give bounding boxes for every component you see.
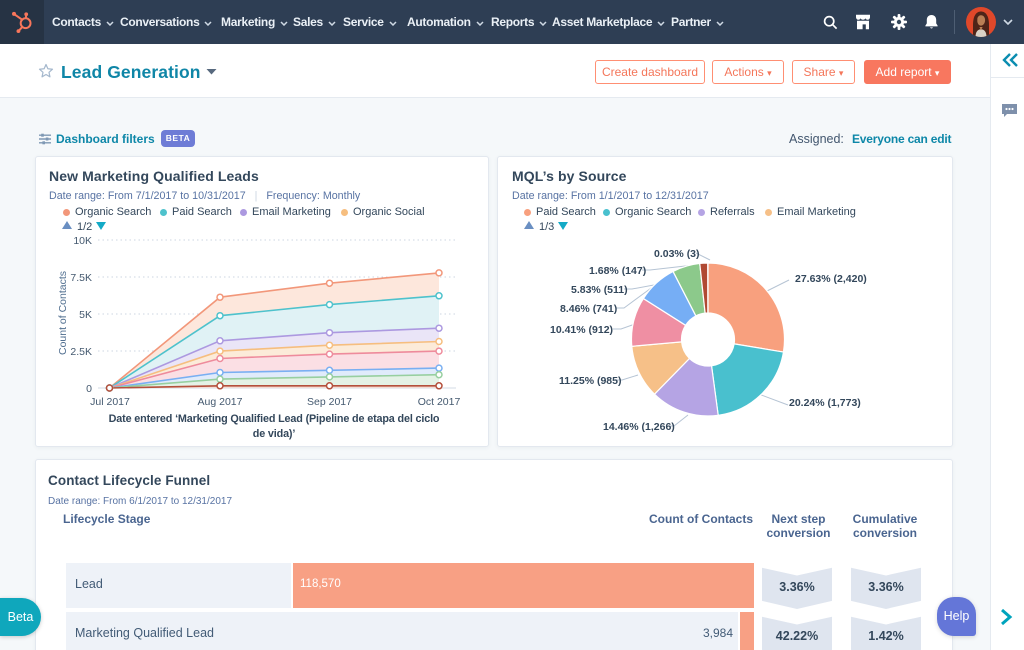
svg-text:20.24% (1,773): 20.24% (1,773) <box>789 397 861 409</box>
svg-text:14.46% (1,266): 14.46% (1,266) <box>603 421 675 433</box>
svg-text:de vida)’: de vida)’ <box>253 428 296 440</box>
svg-text:0: 0 <box>86 383 92 395</box>
svg-text:Sep 2017: Sep 2017 <box>307 396 352 408</box>
svg-text:Aug 2017: Aug 2017 <box>198 396 243 408</box>
svg-text:Jul 2017: Jul 2017 <box>90 396 130 408</box>
svg-text:8.46% (741): 8.46% (741) <box>560 303 617 315</box>
svg-text:1.68% (147): 1.68% (147) <box>589 265 646 277</box>
svg-text:Date entered ‘Marketing Qualif: Date entered ‘Marketing Qualified Lead (… <box>109 413 440 425</box>
svg-text:0.03% (3): 0.03% (3) <box>654 248 700 260</box>
svg-text:10K: 10K <box>73 235 92 247</box>
svg-text:5K: 5K <box>79 309 92 321</box>
svg-text:5.83% (511): 5.83% (511) <box>571 284 628 296</box>
svg-text:Oct 2017: Oct 2017 <box>418 396 461 408</box>
svg-text:2.5K: 2.5K <box>70 346 92 358</box>
svg-text:7.5K: 7.5K <box>70 272 92 284</box>
svg-text:27.63% (2,420): 27.63% (2,420) <box>795 273 867 285</box>
svg-text:11.25% (985): 11.25% (985) <box>559 375 621 387</box>
svg-text:Count of Contacts: Count of Contacts <box>57 271 69 355</box>
svg-text:10.41% (912): 10.41% (912) <box>550 324 613 336</box>
